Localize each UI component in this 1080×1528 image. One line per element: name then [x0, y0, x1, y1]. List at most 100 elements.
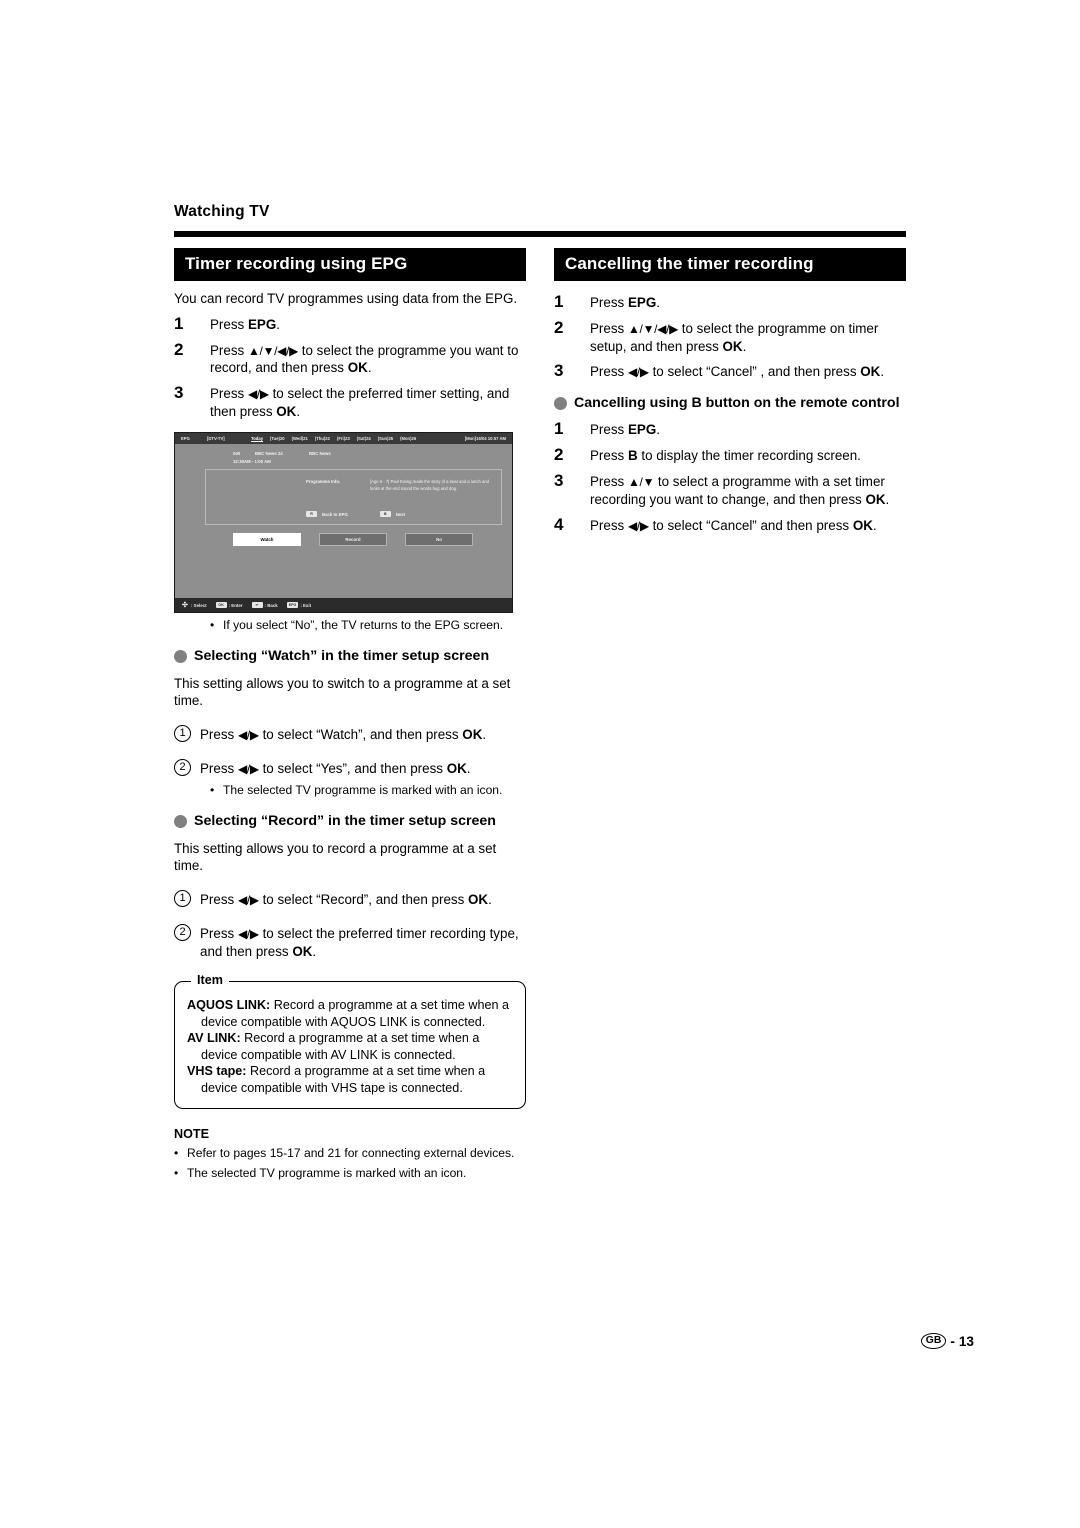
disc-bullet-icon — [174, 814, 187, 828]
bullet-dot-icon: • — [174, 1145, 179, 1160]
epg-day-tab[interactable]: (Wed)21 — [292, 436, 308, 441]
epg-back-keycap[interactable]: R — [306, 511, 317, 518]
step-number: 2 — [174, 339, 184, 359]
epg-bottombar-label: : Enter — [228, 602, 243, 608]
step-text: Press ▲/▼/◀/▶ to select the programme on… — [590, 320, 879, 354]
step-item: 2 Press ◀/▶ to select “Yes”, and then pre… — [174, 759, 526, 778]
step-item: 3 Press ▲/▼ to select a programme with a … — [554, 471, 906, 509]
steps-record: 1 Press ◀/▶ to select “Record”, and then … — [174, 890, 526, 961]
epg-day-tab[interactable]: (Fri)23 — [337, 436, 350, 441]
note-title: NOTE — [174, 1126, 209, 1141]
step-text: Press ◀/▶ to select the preferred timer … — [200, 926, 519, 960]
epg-bottombar-items: ✣: Select OK: Enter ↩: Back EPG: Exit — [182, 602, 317, 609]
step-text: Press ◀/▶ to select “Watch”, and then pr… — [200, 727, 487, 743]
manual-page: Watching TV Timer recording using EPG Yo… — [0, 0, 1080, 1528]
step-item: 2 Press ▲/▼/◀/▶ to select the programme y… — [174, 339, 526, 378]
step-item: 1 Press EPG. — [174, 313, 526, 334]
step-number: 3 — [174, 383, 184, 403]
item-entry: AQUOS LINK: Record a programme at a set … — [187, 997, 509, 1029]
step-item: 2 Press ▲/▼/◀/▶ to select the programme o… — [554, 318, 906, 356]
region-badge: GB — [920, 1333, 947, 1349]
item-term: VHS tape: — [187, 1064, 247, 1079]
epg-keycap[interactable]: ↩ — [251, 602, 263, 609]
epg-back-label: Back to EPG — [322, 511, 348, 517]
item-entry: VHS tape: Record a programme at a set ti… — [187, 1064, 486, 1095]
step-text: Press ◀/▶ to select “Cancel” and then pr… — [590, 517, 877, 533]
step-text: Press ◀/▶ to select “Cancel” , and then … — [590, 364, 885, 380]
epg-day-tab[interactable]: (Sat)24 — [357, 436, 371, 441]
step-item: 1 Press ◀/▶ to select “Watch”, and then p… — [174, 725, 526, 744]
step-number: 2 — [174, 924, 200, 942]
epg-next-label: Next — [395, 511, 406, 517]
running-head: Watching TV — [174, 203, 270, 220]
epg-bottombar-item: ✣: Select — [182, 602, 207, 609]
step-item: 1 Press EPG. — [554, 420, 906, 439]
note-bullet: • Refer to pages 15-17 and 21 for connect… — [174, 1146, 526, 1162]
epg-button-watch[interactable]: Watch — [233, 533, 301, 547]
steps-timer-recording: 1 Press EPG. 2 Press ▲/▼/◀/▶ to select the … — [174, 313, 526, 421]
note-bullet-text: The selected TV programme is marked with… — [187, 1166, 467, 1181]
watch-intro: This setting allows you to switch to a p… — [174, 675, 511, 709]
epg-day-tab[interactable]: (Tue)20 — [270, 436, 285, 441]
step-text: Press EPG. — [210, 316, 280, 332]
epg-bottombar-item: ↩: Back — [251, 602, 278, 609]
step-text: Press ◀/▶ to select the preferred timer … — [210, 386, 510, 420]
step-number: 2 — [554, 444, 564, 464]
epg-timer-buttons[interactable]: Watch Record No — [233, 533, 473, 547]
watch-note-line: • The selected TV programme is marked wi… — [210, 783, 526, 799]
item-entries: AQUOS LINK: Record a programme at a set … — [187, 997, 513, 1097]
epg-programme-header: 040 BBC News 24 BBC News 12:30AM - 1:00 AM — [233, 450, 331, 465]
epg-topbar: EPG [DTV-TV] Today (Tue)20 (Wed)21 (Thu)22 (… — [175, 433, 512, 445]
epg-day-tab[interactable]: (Sun)25 — [378, 436, 393, 441]
step-number: 1 — [174, 890, 200, 908]
step-item: 2 Press ◀/▶ to select the preferred timer… — [174, 924, 526, 961]
epg-programme-name: BBC News — [309, 451, 331, 457]
step-number: 1 — [174, 313, 184, 333]
page-footer: GB - 13 — [920, 1333, 974, 1349]
epg-day-tabs[interactable]: Today (Tue)20 (Wed)21 (Thu)22 (Fri)23 (Sat)24… — [251, 436, 416, 441]
step-item: 1 Press ◀/▶ to select “Record”, and then … — [174, 890, 526, 909]
epg-button-no[interactable]: No — [405, 533, 473, 547]
left-column: Timer recording using EPG You can record… — [174, 248, 526, 1182]
epg-clock: [Mon]16/04 10:57 AM — [464, 436, 506, 442]
item-term: AV LINK: — [187, 1031, 241, 1046]
step-text: Press ▲/▼/◀/▶ to select the programme yo… — [210, 342, 519, 376]
dpad-icon: ✣ — [182, 601, 188, 609]
subheading-record-text: Selecting “Record” in the timer setup sc… — [194, 812, 496, 829]
subheading-cancelling-b-button: Cancelling using B button on the remote … — [554, 395, 906, 413]
steps-watch: 1 Press ◀/▶ to select “Watch”, and then p… — [174, 725, 526, 778]
epg-info-text: [Age 5 - 7] Paul Ewing reads the story o… — [370, 479, 489, 491]
epg-day-tab[interactable]: (Thu)22 — [315, 436, 330, 441]
epg-day-tab[interactable]: (Mon)26 — [400, 436, 416, 441]
watch-note-text: The selected TV programme is marked with… — [223, 783, 503, 798]
disc-bullet-icon — [174, 649, 187, 663]
epg-next-keycap[interactable]: B — [379, 511, 391, 518]
subheading-selecting-record: Selecting “Record” in the timer setup sc… — [174, 813, 526, 831]
item-box-title: Item — [191, 972, 229, 987]
steps-cancelling: 1 Press EPG. 2 Press ▲/▼/◀/▶ to select the … — [554, 292, 906, 382]
step-item: 3 Press ◀/▶ to select “Cancel” , and then… — [554, 362, 906, 381]
section-title-timer-recording: Timer recording using EPG — [174, 248, 526, 281]
epg-button-record[interactable]: Record — [319, 533, 387, 547]
epg-keycap[interactable]: OK — [215, 602, 227, 609]
step-item: 1 Press EPG. — [554, 292, 906, 312]
epg-bottombar-item: EPG: Exit — [286, 602, 311, 609]
epg-day-tab[interactable]: Today — [251, 436, 263, 441]
step-number: 2 — [174, 759, 200, 777]
footer-separator: - — [950, 1333, 955, 1349]
epg-info-panel: Programme Info. [Age 5 - 7] Paul Ewing r… — [205, 469, 502, 526]
intro-paragraph-timer: You can record TV programmes using data … — [174, 290, 518, 306]
step-number: 1 — [174, 725, 200, 743]
epg-bottombar-label: : Select — [191, 602, 207, 608]
subheading-watch-text: Selecting “Watch” in the timer setup scr… — [194, 647, 490, 664]
epg-key-row: R Back to EPG B Next — [306, 511, 406, 518]
disc-bullet-icon — [554, 397, 567, 411]
epg-info-label: Programme Info. — [306, 479, 341, 485]
right-column: Cancelling the timer recording 1 Press EP… — [554, 248, 906, 535]
epg-topbar-source: [DTV-TV] — [207, 436, 225, 442]
step-text: Press EPG. — [590, 422, 660, 438]
bullet-dot-icon: • — [210, 783, 215, 798]
epg-keycap[interactable]: EPG — [286, 602, 299, 609]
section-title-cancelling: Cancelling the timer recording — [554, 248, 906, 281]
epg-bottombar-label: : Back — [264, 602, 278, 608]
